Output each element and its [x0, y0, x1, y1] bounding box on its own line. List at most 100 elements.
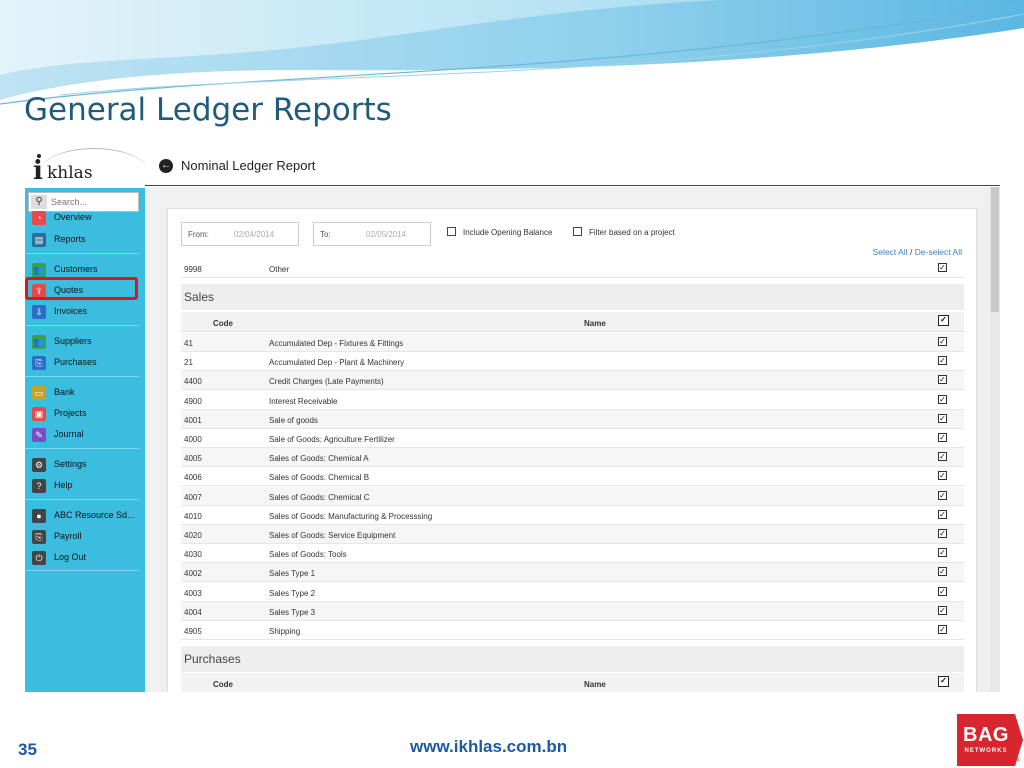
page-header: ← Nominal Ledger Report	[145, 148, 1000, 186]
sidebar-item-label: Suppliers	[54, 336, 92, 346]
sidebar-item-label: Purchases	[54, 357, 97, 367]
purchases-section-header: Purchases	[181, 646, 964, 672]
power-icon: ⏻	[32, 551, 46, 565]
sidebar-item-reports[interactable]: ▤ Reports	[25, 230, 145, 250]
sidebar-item-projects[interactable]: ▣ Projects	[25, 404, 145, 424]
sidebar-item-bank[interactable]: ▭ Bank	[25, 383, 145, 403]
sidebar-item-label: Journal	[54, 429, 84, 439]
row-code: 4020	[184, 531, 202, 540]
row-code: 4900	[184, 396, 202, 406]
registered-mark: ®	[1016, 758, 1021, 764]
row-name: Shipping	[269, 627, 301, 636]
journal-icon: ✎	[32, 428, 46, 442]
table-row: 4001 Sale of goods ✓	[181, 409, 964, 429]
sidebar-divider	[25, 253, 139, 254]
report-panel: From: 02/04/2014 To: 02/05/2014 Include …	[167, 208, 977, 692]
sidebar: ⚲ ◔Overview▤Reports👥Customers⇪Quotes⇩Inv…	[25, 188, 145, 692]
row-code: 4005	[184, 454, 202, 464]
table-row: 4020 Sales of Goods: Service Equipment ✓	[181, 525, 964, 544]
table-row: 4007 Sales of Goods: Chemical C ✓	[181, 486, 964, 506]
row-code: 4010	[184, 511, 202, 521]
row-name: Sales of Goods: Service Equipment	[269, 531, 396, 540]
sidebar-item-help[interactable]: ? Help	[25, 476, 145, 496]
opening-balance-checkbox[interactable]	[447, 227, 456, 236]
user-icon: ●	[32, 509, 46, 523]
sidebar-item-label: Bank	[54, 387, 75, 397]
row-checkbox[interactable]: ✓	[938, 548, 947, 558]
row-checkbox[interactable]: ✓	[938, 375, 947, 385]
sidebar-item-overview[interactable]: ◔ Overview	[25, 208, 145, 228]
row-checkbox[interactable]: ✓	[938, 413, 947, 423]
back-arrow-icon[interactable]: ←	[159, 159, 173, 173]
sidebar-item-invoices[interactable]: ⇩ Invoices	[25, 302, 145, 322]
sidebar-item-settings[interactable]: ⚙ Settings	[25, 455, 145, 475]
sidebar-item-log-out[interactable]: ⏻ Log Out	[25, 548, 145, 568]
bank-icon: ▭	[32, 386, 46, 400]
sidebar-item-purchases[interactable]: ⎘ Purchases	[25, 353, 145, 373]
project-filter-checkbox[interactable]	[573, 227, 582, 236]
row-checkbox[interactable]: ✓	[938, 586, 947, 596]
row-checkbox[interactable]: ✓	[938, 625, 947, 634]
row-checkbox[interactable]: ✓	[938, 605, 947, 615]
row-checkbox[interactable]: ✓	[938, 452, 947, 462]
row-code: 4002	[184, 569, 202, 579]
sidebar-item-journal[interactable]: ✎ Journal	[25, 425, 145, 445]
sidebar-item-suppliers[interactable]: 👥 Suppliers	[25, 332, 145, 352]
sidebar-divider	[25, 325, 139, 326]
row-name: Sale of goods	[269, 415, 318, 425]
row-code: 4030	[184, 550, 202, 560]
row-checkbox[interactable]: ✓	[938, 263, 947, 272]
table-row: 41 Accumulated Dep - Fixtures & Fittings ✓	[181, 333, 964, 352]
table-row: 4005 Sales of Goods: Chemical A ✓	[181, 448, 964, 468]
row-code: 21	[184, 358, 193, 368]
to-date-field[interactable]: To: 02/05/2014	[313, 222, 431, 246]
row-checkbox[interactable]: ✓	[938, 490, 947, 500]
sidebar-item-label: Overview	[54, 212, 92, 222]
table-row: 4002 Sales Type 1 ✓	[181, 563, 964, 583]
row-code: 4004	[184, 607, 202, 617]
bag-networks-logo: BAG NETWORKS	[957, 714, 1015, 766]
table-row: 4030 Sales of Goods: Tools ✓	[181, 544, 964, 564]
sidebar-item-label: Settings	[54, 459, 87, 469]
sidebar-divider	[25, 448, 139, 449]
table-row: 9998 Other ✓	[181, 259, 964, 278]
purchases-select-all-checkbox[interactable]: ✓	[938, 676, 949, 687]
row-name: Sales of Goods: Chemical C	[269, 492, 370, 502]
row-checkbox[interactable]: ✓	[938, 394, 947, 404]
to-label: To:	[320, 230, 331, 239]
row-checkbox[interactable]: ✓	[938, 337, 947, 346]
sidebar-item-label: Log Out	[54, 552, 87, 562]
row-checkbox[interactable]: ✓	[938, 529, 947, 538]
row-code: 4001	[184, 415, 202, 425]
sidebar-divider	[25, 499, 139, 500]
report-icon: ▤	[32, 233, 46, 247]
deselect-all-link[interactable]: De-select All	[915, 247, 962, 257]
sales-select-all-checkbox[interactable]: ✓	[938, 315, 949, 326]
scrollbar[interactable]	[990, 187, 1000, 692]
search-input[interactable]	[51, 195, 136, 209]
suppliers-icon: 👥	[32, 335, 46, 349]
row-checkbox[interactable]: ✓	[938, 567, 947, 577]
sales-column-header: Code Name ✓	[181, 312, 964, 332]
row-name: Sales Type 2	[269, 588, 316, 598]
row-checkbox[interactable]: ✓	[938, 433, 947, 442]
sidebar-item-abc-resource-sd[interactable]: ● ABC Resource Sd...	[25, 506, 145, 526]
sidebar-item-label: Projects	[54, 408, 87, 418]
gauge-icon: ◔	[32, 211, 46, 225]
page-title: Nominal Ledger Report	[181, 158, 316, 173]
select-links: Select All / De-select All	[872, 247, 962, 257]
row-checkbox[interactable]: ✓	[938, 356, 947, 366]
from-value: 02/04/2014	[234, 230, 275, 239]
sidebar-item-label: Invoices	[54, 306, 88, 316]
row-checkbox[interactable]: ✓	[938, 471, 947, 481]
gear-icon: ⚙	[32, 458, 46, 472]
scroll-thumb[interactable]	[991, 187, 999, 312]
row-name: Sale of Goods: Agriculture Fertilizer	[269, 435, 395, 444]
select-all-link[interactable]: Select All	[873, 247, 908, 257]
from-date-field[interactable]: From: 02/04/2014	[181, 222, 299, 246]
customers-icon: 👥	[32, 263, 46, 277]
sidebar-item-payroll[interactable]: ⎘ Payroll	[25, 527, 145, 547]
row-checkbox[interactable]: ✓	[938, 509, 947, 519]
row-name: Sales Type 1	[269, 569, 316, 579]
app-screenshot: i khlas ← Nominal Ledger Report ⚲ ◔ Overv…	[25, 148, 1000, 692]
